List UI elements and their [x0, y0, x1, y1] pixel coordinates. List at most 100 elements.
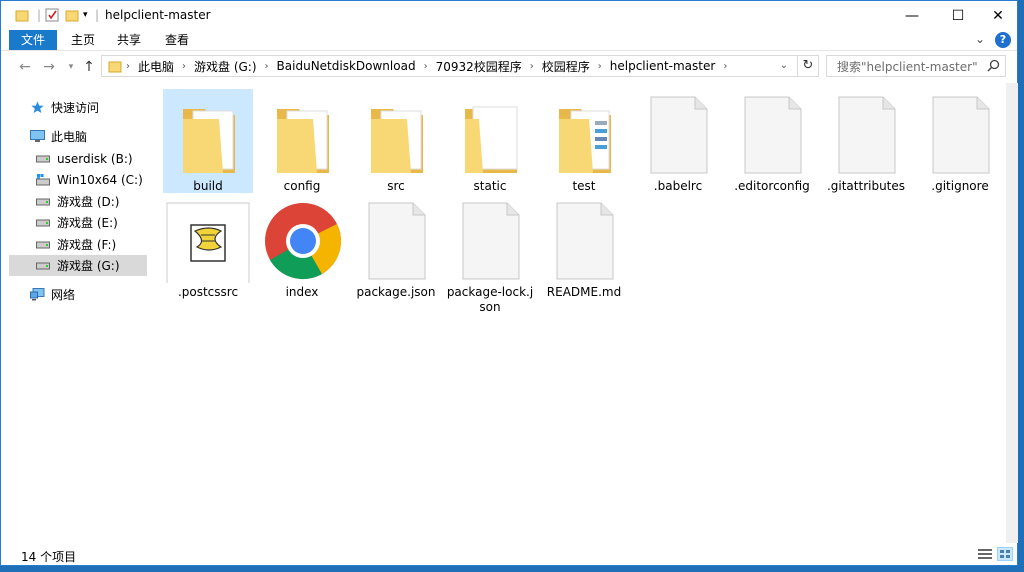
drive-icon [35, 152, 51, 166]
blank-file-icon [744, 96, 802, 174]
customize-toolbar-icon[interactable]: ▾ [83, 7, 88, 23]
file-item-editorconfig[interactable]: .editorconfig [727, 89, 817, 193]
chevron-right-icon[interactable]: › [594, 61, 606, 72]
drive-icon [35, 195, 51, 209]
blank-file-icon [462, 202, 520, 280]
file-item-postcssrc[interactable]: .postcssrc [163, 195, 253, 299]
navigation-bar: ← → ▾ ↑ › 此电脑 › 游戏盘 (G:) › BaiduNetdiskD… [1, 51, 1017, 83]
file-item-config[interactable]: config [257, 89, 347, 193]
status-bar: 14 个项目 [1, 543, 1017, 566]
folder-icon [559, 109, 611, 173]
file-item-package-lock-json[interactable]: package-lock.json [445, 195, 535, 315]
sidebar-item-drive-c[interactable]: Win10x64 (C:) [35, 169, 147, 190]
file-item-test[interactable]: test [539, 89, 629, 193]
breadcrumb-campus[interactable]: 校园程序 [538, 58, 594, 75]
file-name: package-lock.json [446, 285, 534, 314]
chevron-right-icon[interactable]: › [420, 61, 432, 72]
file-name: build [193, 179, 223, 193]
file-item-package-json[interactable]: package.json [351, 195, 441, 299]
address-bar[interactable]: › 此电脑 › 游戏盘 (G:) › BaiduNetdiskDownload … [101, 55, 819, 77]
item-count: 14 个项目 [21, 550, 77, 564]
minimize-button[interactable]: — [889, 1, 935, 30]
file-name: .gitignore [931, 179, 989, 193]
forward-button[interactable]: → [39, 57, 59, 77]
breadcrumb-current[interactable]: helpclient-master [606, 59, 720, 73]
folder-icon [183, 109, 235, 173]
navigation-pane: 快速访问 此电脑 userdisk (B:) Win10x64 (C:) 游戏盘… [1, 87, 149, 541]
search-input[interactable] [835, 58, 989, 76]
file-name: .editorconfig [734, 179, 810, 193]
details-view-icon[interactable] [977, 547, 993, 561]
search-icon[interactable] [987, 59, 1000, 75]
chrome-icon [265, 203, 342, 280]
breadcrumb-baidu[interactable]: BaiduNetdiskDownload [273, 59, 420, 73]
sidebar-item-drive-f[interactable]: 游戏盘 (F:) [35, 234, 147, 255]
back-button[interactable]: ← [15, 57, 35, 77]
tab-file[interactable]: 文件 [9, 30, 58, 50]
separator: | [95, 8, 100, 22]
chevron-right-icon[interactable]: › [526, 61, 538, 72]
refresh-icon[interactable]: ↻ [797, 56, 818, 76]
file-item-src[interactable]: src [351, 89, 441, 193]
window-title: helpclient-master [105, 8, 211, 22]
tab-home[interactable]: 主页 [59, 30, 107, 50]
file-name: .babelrc [653, 179, 703, 193]
folder-icon [102, 60, 122, 73]
recent-locations-button[interactable]: ▾ [61, 57, 81, 77]
properties-icon[interactable] [45, 7, 59, 23]
large-icons-view-icon[interactable] [997, 547, 1013, 561]
tab-share[interactable]: 共享 [105, 30, 153, 50]
file-name: test [572, 179, 596, 193]
breadcrumb-drive-g[interactable]: 游戏盘 (G:) [190, 58, 261, 75]
drive-icon [35, 216, 51, 230]
breadcrumb-this-pc[interactable]: 此电脑 [134, 58, 178, 75]
file-name: .postcssrc [177, 285, 239, 299]
address-dropdown-icon[interactable]: ⌄ [776, 56, 792, 76]
chevron-right-icon[interactable]: › [719, 61, 731, 72]
file-item-readme[interactable]: README.md [539, 195, 629, 299]
sidebar-item-label: 游戏盘 (D:) [57, 195, 120, 209]
file-item-static[interactable]: static [445, 89, 535, 193]
tab-view[interactable]: 查看 [153, 30, 201, 50]
breadcrumb-70932[interactable]: 70932校园程序 [432, 58, 526, 75]
file-name: index [285, 285, 319, 299]
file-name: README.md [546, 285, 622, 299]
folder-icon [465, 106, 518, 173]
new-folder-icon[interactable] [65, 7, 79, 23]
star-icon [29, 101, 45, 115]
file-item-build[interactable]: build [163, 89, 253, 193]
sidebar-item-this-pc[interactable]: 此电脑 [29, 126, 167, 147]
sidebar-item-drive-g[interactable]: 游戏盘 (G:) [9, 255, 147, 276]
blank-file-icon [556, 202, 614, 280]
file-item-gitignore[interactable]: .gitignore [915, 89, 1005, 193]
chevron-right-icon[interactable]: › [178, 61, 190, 72]
sidebar-item-drive-e[interactable]: 游戏盘 (E:) [35, 212, 147, 233]
file-item-index[interactable]: index [257, 195, 347, 299]
sidebar-item-quick-access[interactable]: 快速访问 [29, 97, 167, 118]
drive-icon [35, 259, 51, 273]
sidebar-item-drive-b[interactable]: userdisk (B:) [35, 148, 147, 169]
script-file-icon [166, 202, 250, 283]
sidebar-item-label: 游戏盘 (F:) [57, 238, 117, 252]
blank-file-icon [932, 96, 990, 174]
drive-icon [35, 238, 51, 252]
chevron-right-icon[interactable]: › [261, 61, 273, 72]
sidebar-item-network[interactable]: 网络 [29, 284, 167, 305]
file-list: build config src static test .babelrc .e… [151, 87, 1006, 542]
windows-drive-icon [35, 173, 51, 187]
folder-icon [371, 109, 423, 173]
close-button[interactable]: ✕ [975, 1, 1021, 30]
file-item-gitattributes[interactable]: .gitattributes [821, 89, 911, 193]
expand-ribbon-icon[interactable]: ⌄ [975, 32, 985, 46]
sidebar-item-drive-d[interactable]: 游戏盘 (D:) [35, 191, 147, 212]
separator: | [37, 8, 42, 22]
sidebar-item-label: userdisk (B:) [57, 151, 133, 166]
vertical-scrollbar[interactable] [1006, 83, 1018, 543]
folder-icon [15, 7, 29, 23]
blank-file-icon [838, 96, 896, 174]
help-button[interactable]: ? [995, 32, 1011, 48]
up-button[interactable]: ↑ [79, 57, 99, 77]
file-item-babelrc[interactable]: .babelrc [633, 89, 723, 193]
title-bar: | ▾ | helpclient-master — ☐ ✕ [1, 1, 1017, 30]
search-box[interactable] [826, 55, 1006, 77]
